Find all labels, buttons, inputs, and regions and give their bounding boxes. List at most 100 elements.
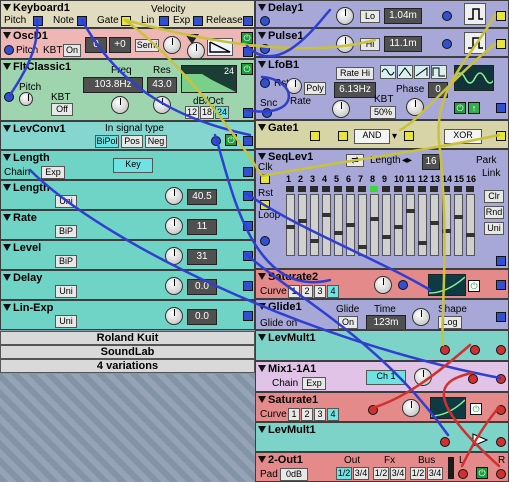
fx-12-button[interactable]: 1/2: [373, 467, 389, 480]
step-slider[interactable]: [322, 194, 331, 256]
rate-output-jack[interactable]: [243, 221, 253, 231]
pitch-mod-knob[interactable]: [19, 92, 33, 106]
saturate-knob[interactable]: [374, 276, 392, 294]
step-slider[interactable]: [346, 194, 355, 256]
collapse-icon[interactable]: [3, 125, 11, 132]
output-jack[interactable]: [496, 345, 506, 355]
level-output-jack[interactable]: [243, 251, 253, 261]
up-arrow-icon[interactable]: ↑: [468, 102, 480, 114]
pulse-output-jack[interactable]: [496, 39, 506, 49]
play-direction-icon[interactable]: ⇄: [346, 154, 364, 167]
collapse-icon[interactable]: [3, 184, 11, 191]
curve-3-button[interactable]: 3: [314, 285, 326, 298]
saturate-output-jack[interactable]: [496, 280, 506, 290]
lin-output-jack[interactable]: [159, 16, 169, 26]
curve-4-button[interactable]: 4: [327, 285, 339, 298]
glide-output-jack[interactable]: [496, 312, 506, 322]
saturate-output-jack[interactable]: [496, 405, 506, 415]
step-slider[interactable]: [418, 194, 427, 256]
triangle-wave-icon[interactable]: [397, 65, 413, 79]
power-icon[interactable]: ⏻: [470, 403, 482, 415]
length-knob[interactable]: [165, 187, 183, 205]
collapse-icon[interactable]: [258, 4, 266, 11]
fx-34-button[interactable]: 3/4: [390, 467, 406, 480]
key-button[interactable]: Key: [113, 158, 153, 173]
pulse-shape-icon[interactable]: [464, 32, 486, 54]
square-wave-icon[interactable]: [431, 65, 447, 79]
xor-select[interactable]: XOR: [444, 129, 482, 144]
power-icon[interactable]: ⏻: [468, 280, 480, 292]
mod-input-jack[interactable]: [442, 39, 452, 49]
linexp-output-jack[interactable]: [243, 311, 253, 321]
clk-input-jack[interactable]: [260, 174, 270, 184]
step-slider[interactable]: [466, 194, 475, 256]
clr-button[interactable]: Clr: [484, 190, 504, 203]
collapse-icon[interactable]: [258, 124, 266, 131]
input-jack[interactable]: [440, 345, 450, 355]
dropdown-arrow-icon[interactable]: ▾: [392, 131, 397, 142]
and-select[interactable]: AND: [354, 129, 390, 144]
slope-24-button[interactable]: 24: [215, 106, 229, 119]
exp-button[interactable]: Exp: [41, 166, 65, 179]
linexp-knob[interactable]: [165, 307, 183, 325]
pad-button[interactable]: 0dB: [280, 468, 308, 481]
saturate-knob[interactable]: [402, 399, 420, 417]
freq-knob[interactable]: [111, 96, 129, 114]
seq-output-jack[interactable]: [496, 256, 506, 266]
bus-34-button[interactable]: 3/4: [427, 467, 443, 480]
uni-button[interactable]: Uni: [55, 195, 77, 208]
glide-toggle[interactable]: On: [338, 316, 358, 329]
mod-input-jack[interactable]: [398, 280, 408, 290]
input-jack[interactable]: [440, 437, 450, 447]
channel-button[interactable]: Ch 1: [366, 370, 406, 385]
kbt-button[interactable]: 50%: [370, 106, 396, 119]
kbt-toggle[interactable]: Off: [51, 103, 73, 116]
lo-button[interactable]: Lo: [360, 10, 380, 23]
length-arrows-icon[interactable]: ◂▸: [402, 155, 412, 166]
power-icon[interactable]: ⏻: [225, 134, 237, 146]
output-jack[interactable]: [496, 437, 506, 447]
bip-button[interactable]: BiP: [55, 225, 77, 238]
collapse-icon[interactable]: [3, 63, 11, 70]
rst-input-jack[interactable]: [260, 200, 270, 210]
step-slider[interactable]: [286, 194, 295, 256]
step-slider[interactable]: [442, 194, 451, 256]
neg-button[interactable]: Neg: [145, 135, 167, 148]
note-output-jack[interactable]: [77, 16, 87, 26]
uni-button[interactable]: Uni: [484, 222, 504, 235]
step-slider[interactable]: [406, 194, 415, 256]
collapse-icon[interactable]: [258, 365, 266, 372]
uni-button[interactable]: Uni: [55, 285, 77, 298]
exp-button[interactable]: Exp: [302, 377, 326, 390]
collapse-icon[interactable]: [258, 456, 266, 463]
curve-1-button[interactable]: 1: [288, 285, 300, 298]
curve-2-button[interactable]: 2: [301, 285, 313, 298]
kbt-toggle[interactable]: On: [63, 44, 81, 57]
power-icon[interactable]: ⏻: [454, 102, 466, 114]
pitch-output-jack[interactable]: [33, 16, 43, 26]
time-knob[interactable]: [336, 7, 354, 25]
collapse-icon[interactable]: [258, 61, 266, 68]
collapse-icon[interactable]: [258, 153, 266, 160]
res-knob[interactable]: [153, 96, 171, 114]
out-12-button[interactable]: 1/2: [336, 467, 352, 480]
collapse-icon[interactable]: [3, 32, 11, 39]
collapse-icon[interactable]: [3, 214, 11, 221]
delay-knob[interactable]: [165, 277, 183, 295]
gate-output-jack-1[interactable]: [404, 131, 414, 141]
pulse-input-jack[interactable]: [260, 44, 270, 54]
power-icon[interactable]: ⏻: [241, 63, 253, 75]
delay-input-jack[interactable]: [260, 16, 270, 26]
curve-2-button[interactable]: 2: [301, 408, 313, 421]
semi-button[interactable]: Semi: [135, 39, 159, 52]
mix-input-jack[interactable]: [468, 374, 478, 384]
mix-output-jack[interactable]: [496, 374, 506, 384]
shape-knob[interactable]: [187, 42, 205, 58]
step-slider[interactable]: [358, 194, 367, 256]
poly-button[interactable]: Poly: [304, 82, 326, 95]
mod-input-jack[interactable]: [470, 345, 480, 355]
rate-mode-button[interactable]: Rate Hi: [336, 67, 374, 80]
left-input-jack[interactable]: [458, 469, 468, 479]
edge-select-icon[interactable]: [464, 3, 486, 25]
curve-1-button[interactable]: 1: [288, 408, 300, 421]
